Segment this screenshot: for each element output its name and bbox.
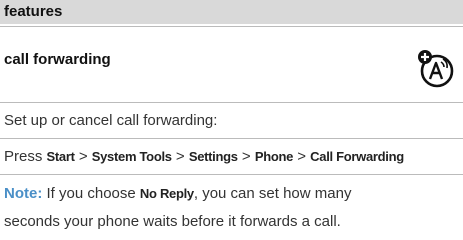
menu-item-system-tools: System Tools <box>91 149 172 164</box>
section-title: features <box>4 3 63 20</box>
menu-item-phone: Phone <box>254 149 294 164</box>
note-text-after: , you can set how many <box>193 185 352 202</box>
path-prefix: Press <box>4 148 43 165</box>
feature-title: call forwarding <box>4 51 111 68</box>
path-separator: > <box>175 148 185 165</box>
path-separator: > <box>78 148 88 165</box>
note-text-before: If you choose <box>46 185 136 202</box>
section-header: features <box>0 0 463 24</box>
network-feature-icon <box>418 50 454 88</box>
menu-item-settings: Settings <box>188 149 238 164</box>
menu-path-row: Press Start > System Tools > Settings > … <box>0 138 463 174</box>
path-separator: > <box>241 148 251 165</box>
note-row: Note: If you choose No Reply, you can se… <box>0 174 463 240</box>
note-line-2: seconds your phone waits before it forwa… <box>4 213 341 230</box>
note-line-1: Note: If you choose No Reply, you can se… <box>4 185 351 202</box>
menu-item-start: Start <box>46 149 75 164</box>
menu-item-call-forwarding: Call Forwarding <box>310 149 404 164</box>
description-row: Set up or cancel call forwarding: <box>0 102 463 138</box>
path-separator: > <box>297 148 306 165</box>
note-highlight: No Reply <box>139 186 194 201</box>
description-text: Set up or cancel call forwarding: <box>4 112 218 129</box>
menu-path: Press Start > System Tools > Settings > … <box>4 148 404 165</box>
note-label: Note: <box>4 185 43 202</box>
